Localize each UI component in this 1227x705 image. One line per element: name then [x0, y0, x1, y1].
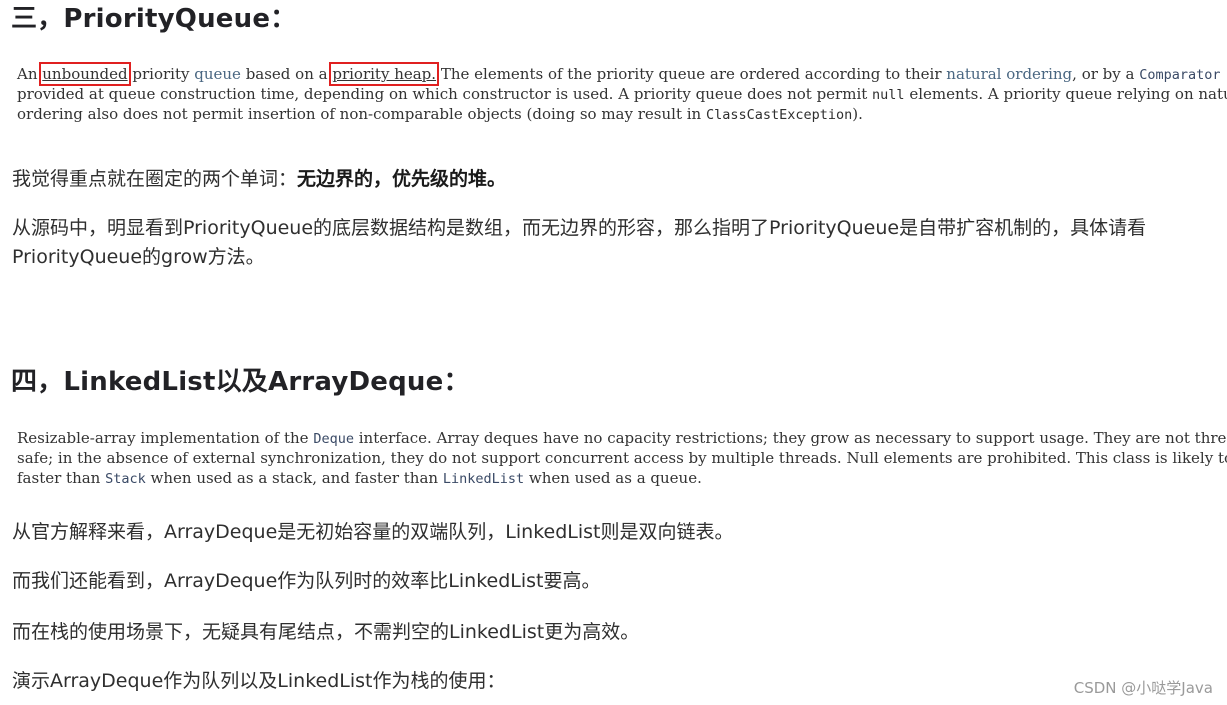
- doc-text: when used as a queue.: [524, 469, 702, 487]
- paragraph-bold-text: 无边界的，优先级的堆。: [297, 168, 507, 190]
- javadoc-excerpt-priorityqueue: An unbounded priority queue based on a p…: [17, 62, 1227, 124]
- doc-line: An unbounded priority queue based on a p…: [17, 62, 1227, 86]
- deque-link[interactable]: Deque: [313, 431, 354, 447]
- stack-link[interactable]: Stack: [105, 471, 146, 487]
- javadoc-excerpt-arraydeque: Resizable-array implementation of the De…: [17, 428, 1227, 488]
- code-null: null: [872, 87, 905, 103]
- doc-line: ordering also does not permit insertion …: [17, 104, 1227, 124]
- doc-text: based on a: [240, 65, 333, 83]
- section-heading-linkedlist-arraydeque: 四，LinkedList以及ArrayDeque：: [11, 367, 470, 397]
- comparator-link[interactable]: Comparator: [1139, 67, 1220, 83]
- doc-text: faster than: [17, 469, 106, 487]
- section-heading-priorityqueue: 三，PriorityQueue：: [11, 4, 297, 34]
- paragraph-demo-intro: 演示ArrayDeque作为队列以及LinkedList作为栈的使用：: [12, 670, 506, 692]
- doc-text: An: [17, 65, 43, 83]
- doc-text: Resizable-array implementation of the: [17, 429, 314, 447]
- csdn-watermark: CSDN @小哒学Java: [1073, 679, 1213, 697]
- queue-link[interactable]: queue: [194, 65, 241, 83]
- doc-line: Resizable-array implementation of the De…: [17, 428, 1227, 448]
- doc-text: provided at queue construction time, dep…: [17, 85, 873, 103]
- paragraph-source-line2: PriorityQueue的grow方法。: [12, 246, 265, 268]
- paragraph-queue-efficiency: 而我们还能看到，ArrayDeque作为队列时的效率比LinkedList要高。: [12, 570, 601, 592]
- highlighted-word-priority-heap: priority heap.: [329, 62, 440, 86]
- doc-line: faster than Stack when used as a stack, …: [17, 468, 1227, 488]
- doc-text: when used as a stack, and faster than: [145, 469, 443, 487]
- paragraph-stack-usage: 而在栈的使用场景下，无疑具有尾结点，不需判空的LinkedList更为高效。: [12, 621, 640, 643]
- doc-text: elements. A priority queue relying on na…: [904, 85, 1227, 103]
- paragraph-source-line1: 从源码中，明显看到PriorityQueue的底层数据结构是数组，而无边界的形容…: [12, 217, 1147, 239]
- code-classcastexception: ClassCastException: [705, 107, 853, 123]
- linkedlist-link[interactable]: LinkedList: [443, 471, 524, 487]
- doc-text: ordering also does not permit insertion …: [17, 105, 706, 123]
- article-page: 三，PriorityQueue： An unbounded priority q…: [0, 0, 1227, 705]
- doc-text: ).: [852, 105, 863, 123]
- paragraph-text: 我觉得重点就在圈定的两个单词：: [12, 168, 298, 190]
- doc-line: safe; in the absence of external synchro…: [17, 449, 1227, 467]
- doc-text: interface. Array deques have no capacity…: [353, 429, 1227, 447]
- paragraph-official-explanation: 从官方解释来看，ArrayDeque是无初始容量的双端队列，LinkedList…: [12, 521, 734, 543]
- paragraph-key-words: 我觉得重点就在圈定的两个单词：无边界的，优先级的堆。: [12, 164, 506, 194]
- doc-text: priority: [127, 65, 195, 83]
- highlighted-word-unbounded: unbounded: [39, 62, 131, 86]
- doc-text: The elements of the priority queue are o…: [436, 65, 947, 83]
- doc-line: provided at queue construction time, dep…: [17, 84, 1227, 104]
- natural-ordering-link[interactable]: natural ordering: [946, 65, 1072, 83]
- doc-text: , or by a: [1072, 65, 1140, 83]
